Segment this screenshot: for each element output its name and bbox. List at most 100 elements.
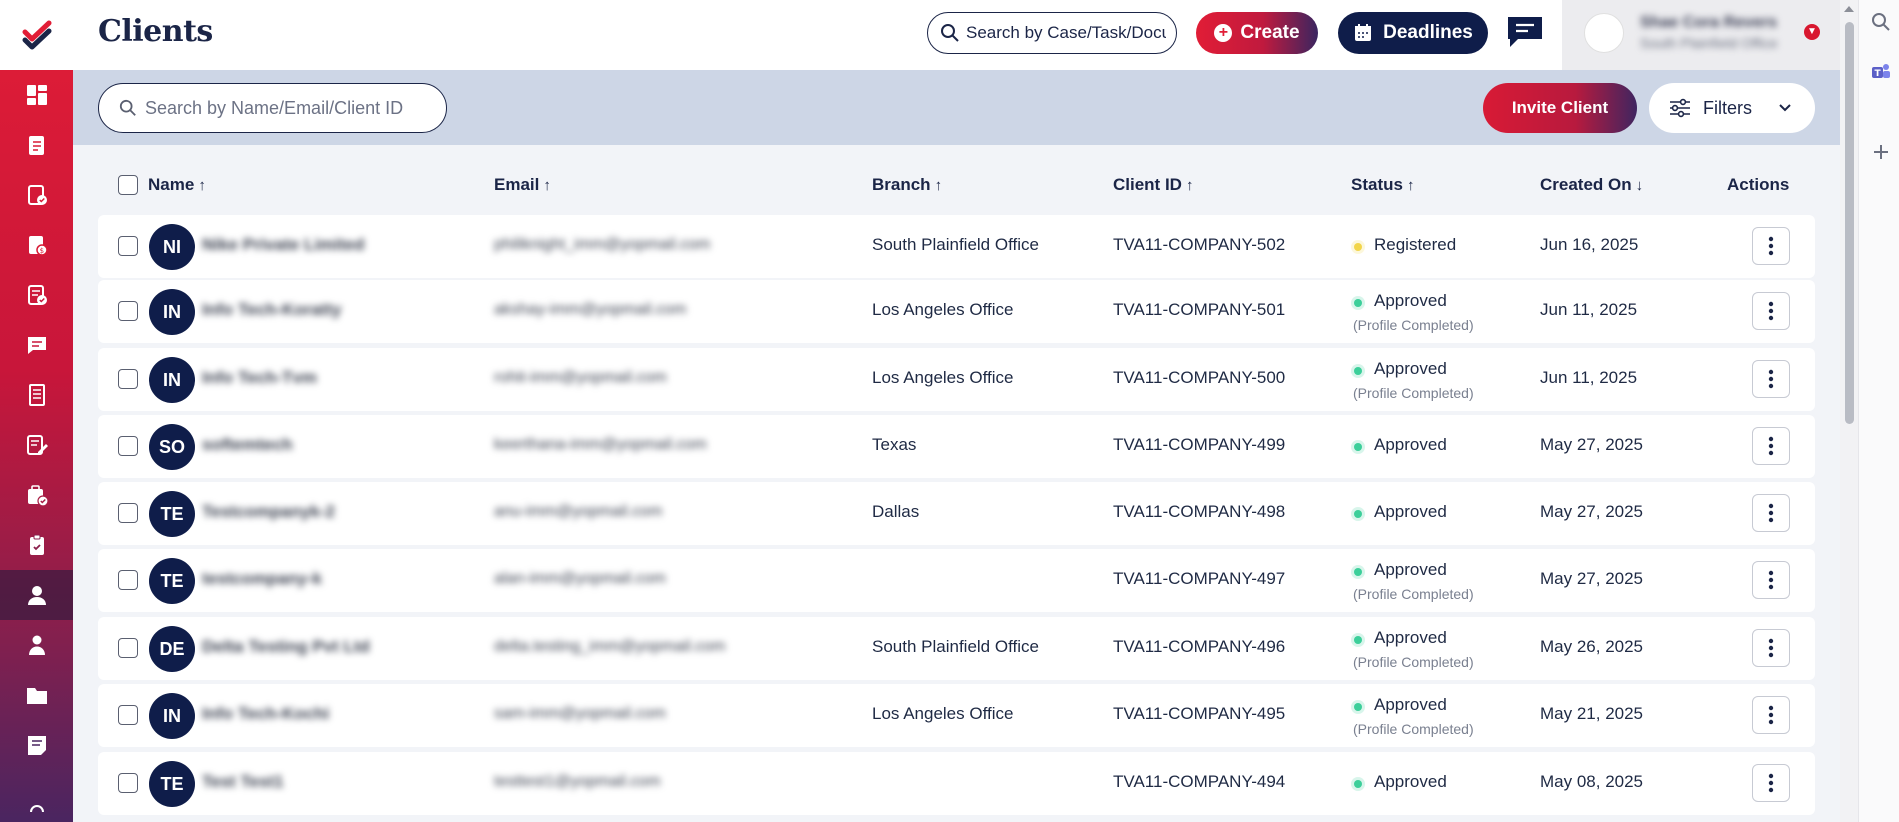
status-badge: Approved xyxy=(1374,435,1447,454)
chevron-down-icon[interactable]: ▼ xyxy=(1804,24,1820,40)
table-row[interactable]: IN Info Tech-Koratty akshay-imm@yopmail.co… xyxy=(98,280,1815,343)
table-row[interactable]: TE testcompany-k alan-imm@yopmail.com TVA11… xyxy=(98,549,1815,612)
clients-toolbar: Invite Client Filters xyxy=(73,70,1840,145)
row-checkbox[interactable] xyxy=(118,705,138,725)
sidebar-item-more[interactable] xyxy=(0,772,73,822)
client-initials-avatar: TE xyxy=(149,558,195,604)
client-id: TVA11-COMPANY-502 xyxy=(1113,235,1286,254)
scrollbar-thumb[interactable] xyxy=(1845,22,1854,424)
sidebar-item-forms[interactable] xyxy=(0,420,73,470)
column-header-client-id[interactable]: Client ID ↑ xyxy=(1113,175,1193,195)
client-search-input[interactable] xyxy=(145,97,425,119)
deadlines-button[interactable]: Deadlines xyxy=(1338,12,1488,54)
row-checkbox[interactable] xyxy=(118,570,138,590)
client-name[interactable]: Testcompanyk-2 xyxy=(202,502,335,522)
global-search[interactable] xyxy=(927,12,1177,54)
row-actions-button[interactable] xyxy=(1752,292,1790,330)
table-row[interactable]: IN Info Tech-Kochi sam-imm@yopmail.com Los … xyxy=(98,684,1815,747)
client-search[interactable] xyxy=(98,83,447,133)
create-button-label: Create xyxy=(1240,22,1300,43)
row-checkbox[interactable] xyxy=(118,369,138,389)
scroll-up-arrow[interactable] xyxy=(1844,6,1854,12)
add-icon[interactable] xyxy=(1871,142,1891,162)
user-avatar xyxy=(1584,13,1624,53)
notes-icon xyxy=(27,736,46,755)
top-header: Clients + Create Deadlines Shae Cora Rev… xyxy=(73,0,1840,70)
row-actions-button[interactable] xyxy=(1752,696,1790,734)
sidebar-item-ledger[interactable] xyxy=(0,370,73,420)
global-search-input[interactable] xyxy=(966,23,1166,43)
row-actions-button[interactable] xyxy=(1752,427,1790,465)
client-initials-avatar: SO xyxy=(149,424,195,470)
client-name[interactable]: Delta Testing Pvt Ltd xyxy=(202,637,370,657)
table-row[interactable]: TE Test Test1 testtest1@yopmail.com TVA11-C… xyxy=(98,752,1815,815)
client-name[interactable]: Test Test1 xyxy=(202,772,284,792)
user-menu[interactable]: Shae Cora Revers South Plainfield Office… xyxy=(1562,0,1840,70)
filters-button[interactable]: Filters xyxy=(1649,83,1815,133)
client-branch: Los Angeles Office xyxy=(872,300,1014,319)
row-checkbox[interactable] xyxy=(118,301,138,321)
sidebar-item-files[interactable] xyxy=(0,670,73,720)
kebab-menu-icon xyxy=(1768,570,1774,590)
row-checkbox[interactable] xyxy=(118,773,138,793)
sidebar-item-checklist[interactable] xyxy=(0,520,73,570)
table-row[interactable]: IN Info Tech-Tvm rohit-imm@yopmail.com Los … xyxy=(98,348,1815,411)
invoice-icon: $ xyxy=(28,236,48,256)
sidebar-item-notes[interactable] xyxy=(0,720,73,770)
client-initials-avatar: IN xyxy=(149,357,195,403)
sidebar-item-matters[interactable] xyxy=(0,470,73,520)
sidebar-item-dashboard[interactable] xyxy=(0,70,73,120)
row-actions-button[interactable] xyxy=(1752,764,1790,802)
sidebar-item-cases[interactable] xyxy=(0,170,73,220)
row-checkbox[interactable] xyxy=(118,436,138,456)
row-actions-button[interactable] xyxy=(1752,629,1790,667)
page-scrollbar[interactable] xyxy=(1840,0,1858,822)
row-actions-button[interactable] xyxy=(1752,561,1790,599)
sort-down-icon: ↓ xyxy=(1635,177,1644,194)
client-name[interactable]: softemtech xyxy=(202,435,293,455)
created-on-date: May 21, 2025 xyxy=(1540,704,1644,723)
svg-text:T: T xyxy=(1875,69,1882,79)
client-name[interactable]: Nike Private Limited xyxy=(202,235,365,255)
column-header-email[interactable]: Email ↑ xyxy=(494,175,551,195)
sidebar-item-clients[interactable] xyxy=(0,570,73,620)
client-email: rohit-imm@yopmail.com xyxy=(494,369,667,386)
kebab-menu-icon xyxy=(1768,301,1774,321)
sidebar-item-documents[interactable] xyxy=(0,120,73,170)
table-row[interactable]: DE Delta Testing Pvt Ltd delta.testing_imm… xyxy=(98,617,1815,680)
row-checkbox[interactable] xyxy=(118,638,138,658)
table-row[interactable]: NI Nike Private Limited philiknight_imm@yo… xyxy=(98,215,1815,278)
sidebar-item-invoices[interactable]: $ xyxy=(0,220,73,270)
client-id: TVA11-COMPANY-501 xyxy=(1113,300,1286,319)
client-name[interactable]: Info Tech-Koratty xyxy=(202,300,341,320)
column-header-status[interactable]: Status ↑ xyxy=(1351,175,1414,195)
client-id: TVA11-COMPANY-500 xyxy=(1113,368,1286,387)
client-name[interactable]: Info Tech-Kochi xyxy=(202,704,329,724)
invite-client-button[interactable]: Invite Client xyxy=(1483,83,1637,133)
row-checkbox[interactable] xyxy=(118,503,138,523)
sidebar-item-messages[interactable] xyxy=(0,320,73,370)
create-button[interactable]: + Create xyxy=(1196,12,1318,54)
column-header-name[interactable]: Name ↑ xyxy=(148,175,206,195)
row-actions-button[interactable] xyxy=(1752,494,1790,532)
client-name[interactable]: testcompany-k xyxy=(202,569,322,589)
select-all-checkbox[interactable] xyxy=(118,175,138,195)
search-icon[interactable] xyxy=(1871,12,1891,32)
row-actions-button[interactable] xyxy=(1752,360,1790,398)
client-id: TVA11-COMPANY-496 xyxy=(1113,637,1286,656)
chat-button[interactable] xyxy=(1506,15,1544,49)
sidebar-item-tasks[interactable] xyxy=(0,270,73,320)
column-header-created-on[interactable]: Created On ↓ xyxy=(1540,175,1643,195)
row-actions-button[interactable] xyxy=(1752,227,1790,265)
table-row[interactable]: SO softemtech keerthana-imm@yopmail.com Tex… xyxy=(98,415,1815,478)
folder-icon xyxy=(26,688,47,704)
sort-up-icon: ↑ xyxy=(934,177,943,194)
table-row[interactable]: TE Testcompanyk-2 anu-imm@yopmail.com Dalla… xyxy=(98,482,1815,545)
column-header-branch[interactable]: Branch ↑ xyxy=(872,175,942,195)
teams-icon[interactable]: T xyxy=(1871,62,1891,82)
kebab-menu-icon xyxy=(1768,436,1774,456)
sidebar-item-users[interactable] xyxy=(0,620,73,670)
client-name[interactable]: Info Tech-Tvm xyxy=(202,368,317,388)
app-logo[interactable] xyxy=(0,0,73,70)
row-checkbox[interactable] xyxy=(118,236,138,256)
